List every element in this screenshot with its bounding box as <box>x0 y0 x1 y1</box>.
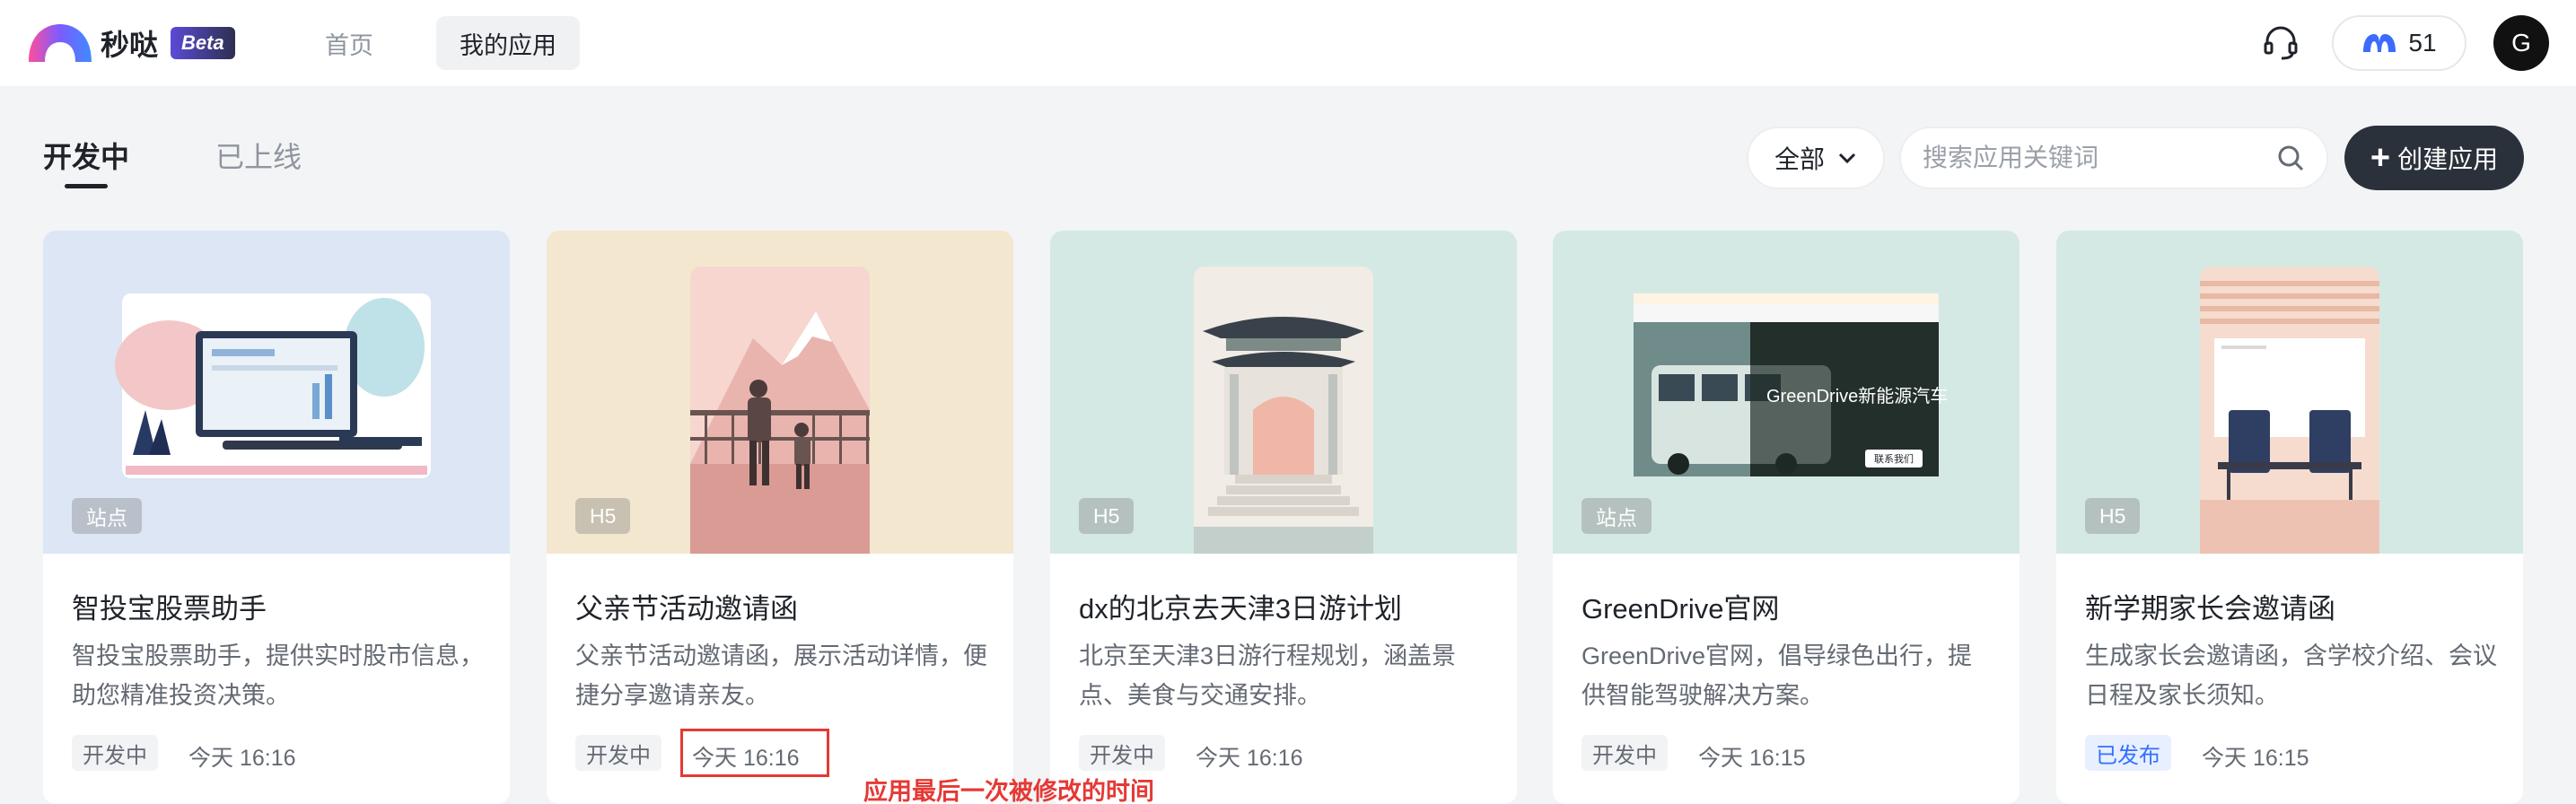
preview-caption: GreenDrive新能源汽车 <box>1766 387 1949 406</box>
card-description: 智投宝股票助手，提供实时股市信息，助您精准投资决策。 <box>72 642 484 709</box>
status-badge: 开发中 <box>72 735 158 771</box>
type-badge: 站点 <box>72 498 142 534</box>
app-card[interactable]: 站点 智投宝股票助手 智投宝股票助手，提供实时股市信息，助您精准投资决策。 开发… <box>43 231 510 804</box>
type-badge: H5 <box>1079 498 1135 534</box>
active-tab-indicator <box>65 184 108 188</box>
search-box <box>1899 127 2328 189</box>
tab-online[interactable]: 已上线 <box>215 135 302 176</box>
card-title: dx的北京去天津3日游计划 <box>1079 593 1402 625</box>
search-icon[interactable] <box>2276 144 2305 172</box>
filter-label: 全部 <box>1774 145 1825 173</box>
modified-time: 今天 16:16 <box>1196 746 1303 771</box>
status-badge: 开发中 <box>575 735 662 771</box>
app-card[interactable]: GreenDrive新能源汽车 联系我们 站点 GreenDrive官网 Gre… <box>1553 231 2020 804</box>
credits-count: 51 <box>2408 29 2437 57</box>
type-badge: H5 <box>2085 498 2141 534</box>
filter-dropdown[interactable]: 全部 <box>1747 127 1885 189</box>
create-app-button[interactable]: + 创建应用 <box>2344 126 2524 190</box>
card-description: GreenDrive官网，倡导绿色出行，提供智能驾驶解决方案。 <box>1582 642 1973 709</box>
card-description: 北京至天津3日游行程规划，涵盖景点、美食与交通安排。 <box>1079 642 1457 709</box>
app-card[interactable]: H5 新学期家长会邀请函 生成家长会邀请函，含学校介绍、会议日程及家长须知。 已… <box>2056 231 2523 804</box>
card-title: 新学期家长会邀请函 <box>2085 593 2335 625</box>
annotation-text: 应用最后一次被修改的时间 <box>863 778 1154 804</box>
credits-button[interactable]: 51 <box>2332 15 2466 71</box>
modified-time: 今天 16:16 <box>188 746 296 771</box>
top-bar: 秒哒 Beta 首页 我的应用 51 G <box>0 0 2576 86</box>
logo-icon <box>29 24 92 62</box>
card-description: 生成家长会邀请函，含学校介绍、会议日程及家长须知。 <box>2085 642 2497 709</box>
logo[interactable]: 秒哒 Beta <box>27 20 235 66</box>
card-description: 父亲节活动邀请函，展示活动详情，便捷分享邀请亲友。 <box>575 642 987 709</box>
app-card[interactable]: H5 父亲节活动邀请函 父亲节活动邀请函，展示活动详情，便捷分享邀请亲友。 开发… <box>547 231 1013 804</box>
chevron-down-icon <box>1838 153 1856 164</box>
nav-home[interactable]: 首页 <box>302 16 397 70</box>
headset-icon[interactable] <box>2262 23 2300 61</box>
status-badge: 开发中 <box>1079 735 1165 771</box>
modified-time: 今天 16:15 <box>2202 746 2309 771</box>
status-badge: 开发中 <box>1582 735 1668 771</box>
logo-text: 秒哒 <box>101 29 159 61</box>
type-badge: H5 <box>575 498 631 534</box>
status-badge: 已发布 <box>2085 735 2171 771</box>
avatar[interactable]: G <box>2493 15 2549 71</box>
nav-my-apps[interactable]: 我的应用 <box>436 16 580 70</box>
beta-badge: Beta <box>171 27 235 59</box>
app-card[interactable]: H5 dx的北京去天津3日游计划 北京至天津3日游行程规划，涵盖景点、美食与交通… <box>1050 231 1517 804</box>
plus-icon: + <box>2370 139 2391 177</box>
annotation-highlight-box <box>680 729 829 777</box>
modified-time: 今天 16:15 <box>1698 746 1806 771</box>
card-title: GreenDrive官网 <box>1582 593 1780 625</box>
tab-developing[interactable]: 开发中 <box>43 135 129 176</box>
credits-icon <box>2363 34 2396 52</box>
search-input[interactable] <box>1923 144 2276 172</box>
type-badge: 站点 <box>1582 498 1652 534</box>
create-app-label: 创建应用 <box>2397 145 2499 173</box>
card-title: 父亲节活动邀请函 <box>575 593 798 625</box>
preview-button: 联系我们 <box>1865 450 1923 468</box>
card-title: 智投宝股票助手 <box>72 593 267 625</box>
